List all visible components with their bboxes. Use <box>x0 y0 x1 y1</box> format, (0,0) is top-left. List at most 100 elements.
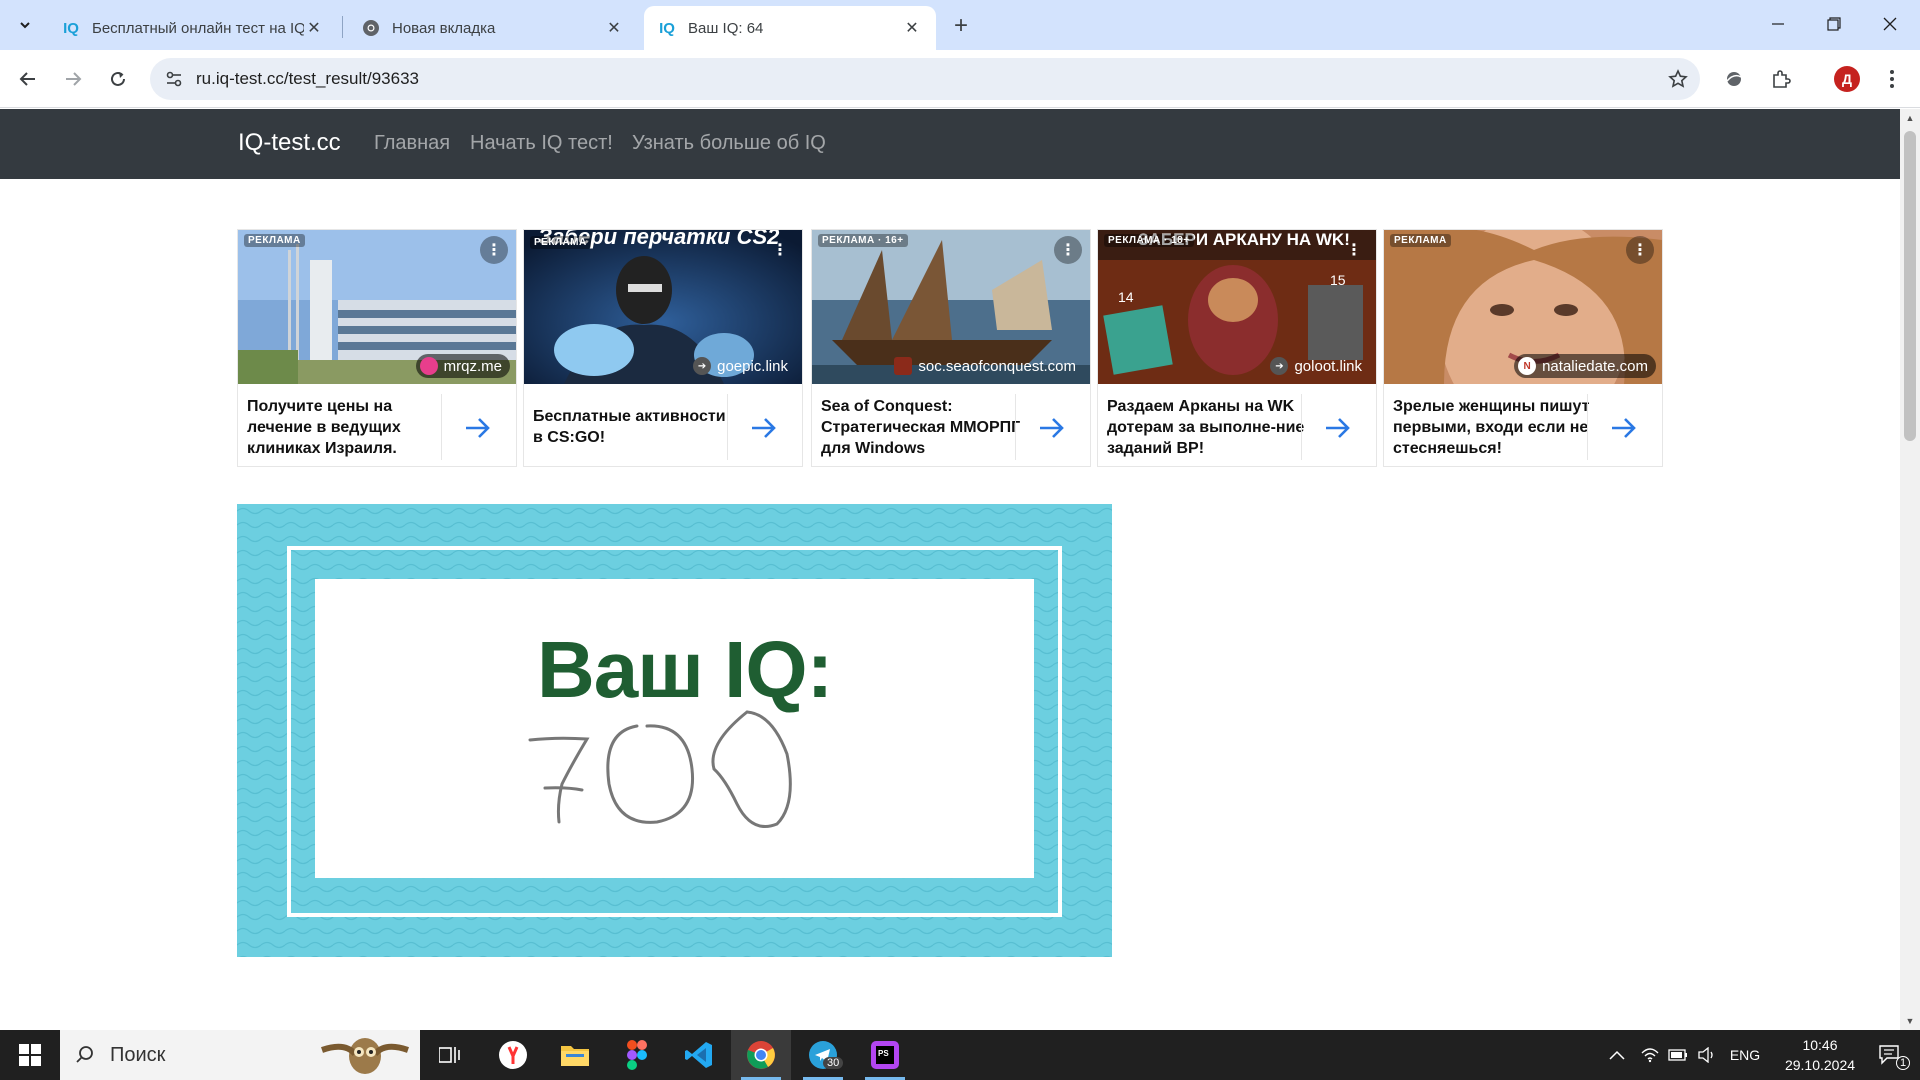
task-view-button[interactable] <box>420 1030 480 1080</box>
taskbar-app-yandex[interactable] <box>483 1030 543 1080</box>
tab-search-button[interactable] <box>10 10 40 40</box>
ad-go-button[interactable] <box>739 408 789 448</box>
ad-block: РЕКЛАМА ⋮ mrqz.me Получите цены на лечен… <box>237 229 1663 467</box>
close-icon[interactable]: ✕ <box>902 18 922 38</box>
close-icon[interactable]: ✕ <box>604 18 624 38</box>
forward-button[interactable] <box>55 61 91 97</box>
vscode-icon <box>685 1042 712 1068</box>
ad-image-dating[interactable]: РЕКЛАМА ⋮ Nnataliedate.com <box>1384 230 1662 384</box>
task-view-icon <box>439 1047 460 1063</box>
taskbar-app-phpstorm[interactable]: PS <box>855 1030 915 1080</box>
minimize-icon <box>1772 23 1784 25</box>
tab-new-tab[interactable]: Новая вкладка ✕ <box>348 6 638 50</box>
notification-center-button[interactable]: 1 <box>1868 1030 1912 1080</box>
vpn-extension-icon[interactable] <box>1718 63 1750 95</box>
ad-image-dota-arcana[interactable]: 14 15 ЗАБЕРИ АРКАНУ НА WK! РЕКЛАМА · 18+… <box>1098 230 1376 384</box>
extensions-puzzle-icon[interactable] <box>1765 63 1797 95</box>
battery-icon[interactable] <box>1663 1030 1693 1080</box>
scroll-down-icon[interactable]: ▼ <box>1900 1012 1920 1030</box>
chevron-down-icon <box>20 22 30 29</box>
plus-icon: + <box>953 12 968 39</box>
ad-card[interactable]: РЕКЛАМА · 16+ ⋮ soc.seaofconquest.com Se… <box>811 229 1091 467</box>
ad-image-cs2[interactable]: Забери перчатки CS2 РЕКЛАМА ⋮ ➔ goepic.li… <box>524 230 802 384</box>
ad-go-button[interactable] <box>1027 408 1077 448</box>
yandex-browser-icon <box>499 1041 527 1069</box>
more-options-icon[interactable]: ⋮ <box>1626 236 1654 264</box>
start-button[interactable] <box>0 1030 60 1080</box>
ad-go-button[interactable] <box>453 408 503 448</box>
system-clock[interactable]: 10:46 29.10.2024 <box>1770 1035 1870 1075</box>
windows-logo-icon <box>19 1044 41 1066</box>
arrow-right-icon <box>466 418 490 438</box>
language-indicator[interactable]: ENG <box>1725 1030 1765 1080</box>
ad-label: РЕКЛАМА · 16+ <box>818 234 908 247</box>
site-brand[interactable]: IQ-test.cc <box>238 129 341 157</box>
ad-domain[interactable]: soc.seaofconquest.com <box>890 354 1084 378</box>
ad-domain[interactable]: ➔ goloot.link <box>1266 354 1370 378</box>
nav-link-about-iq[interactable]: Узнать больше об IQ <box>632 132 826 155</box>
ad-domain[interactable]: ➔ goepic.link <box>689 354 796 378</box>
ad-card[interactable]: Забери перчатки CS2 РЕКЛАМА ⋮ ➔ goepic.li… <box>523 229 803 467</box>
nav-link-home[interactable]: Главная <box>374 132 450 155</box>
restore-button[interactable] <box>1806 0 1862 48</box>
ad-image-sea-of-conquest[interactable]: РЕКЛАМА · 16+ ⋮ soc.seaofconquest.com <box>812 230 1090 384</box>
back-button[interactable] <box>10 61 46 97</box>
profile-avatar[interactable]: Д <box>1834 66 1860 92</box>
arrow-right-icon <box>1040 418 1064 438</box>
more-menu-icon[interactable] <box>1876 63 1908 95</box>
taskbar-app-figma[interactable] <box>607 1030 667 1080</box>
more-options-icon[interactable]: ⋮ <box>1054 236 1082 264</box>
ad-headline[interactable]: Получите цены на лечение в ведущих клини… <box>247 394 447 460</box>
svg-text:14: 14 <box>1118 289 1134 305</box>
ad-go-button[interactable] <box>1313 408 1363 448</box>
arrow-right-icon <box>752 418 776 438</box>
taskbar-app-vscode[interactable] <box>669 1030 729 1080</box>
address-bar[interactable]: ru.iq-test.cc/test_result/93633 <box>150 58 1700 100</box>
ad-image-clinic[interactable]: РЕКЛАМА ⋮ mrqz.me <box>238 230 516 384</box>
more-options-icon[interactable]: ⋮ <box>1340 236 1368 264</box>
ad-domain[interactable]: mrqz.me <box>415 354 510 378</box>
ad-headline[interactable]: Sea of Conquest: Стратегическая ММОРПГ д… <box>821 394 1021 460</box>
ad-headline[interactable]: Зрелые женщины пишут первыми, входи если… <box>1393 394 1593 460</box>
url-text[interactable]: ru.iq-test.cc/test_result/93633 <box>196 69 1656 89</box>
bookmark-star-icon[interactable] <box>1656 58 1700 100</box>
ad-go-button[interactable] <box>1599 408 1649 448</box>
scroll-up-icon[interactable]: ▲ <box>1900 109 1920 127</box>
browser-toolbar: ru.iq-test.cc/test_result/93633 <box>0 50 1920 108</box>
reload-button[interactable] <box>100 61 136 97</box>
minimize-button[interactable] <box>1750 0 1806 48</box>
ad-card[interactable]: РЕКЛАМА ⋮ Nnataliedate.com Зрелые женщин… <box>1383 229 1663 467</box>
volume-icon[interactable] <box>1692 1030 1722 1080</box>
page-scrollbar[interactable]: ▲ ▼ <box>1900 109 1920 1030</box>
nav-link-start-test[interactable]: Начать IQ тест! <box>470 132 613 155</box>
scrollbar-thumb[interactable] <box>1904 131 1916 441</box>
taskbar-search[interactable]: Поиск <box>60 1030 420 1080</box>
tab-title: Новая вкладка <box>392 19 496 37</box>
ad-headline[interactable]: Раздаем Арканы на WK дотерам за выполне-… <box>1107 394 1307 460</box>
ad-headline[interactable]: Бесплатные активности в CS:GO! <box>533 394 733 460</box>
chrome-icon <box>747 1041 775 1069</box>
restore-icon <box>1827 17 1841 31</box>
close-icon[interactable]: ✕ <box>304 18 324 38</box>
taskbar-app-chrome[interactable] <box>731 1030 791 1080</box>
tray-overflow-button[interactable] <box>1602 1030 1632 1080</box>
search-icon <box>60 1045 110 1065</box>
tab-iq-result[interactable]: IQ Ваш IQ: 64 ✕ <box>644 6 936 50</box>
divider <box>1015 394 1016 460</box>
network-icon[interactable] <box>1635 1030 1665 1080</box>
ad-card[interactable]: 14 15 ЗАБЕРИ АРКАНУ НА WK! РЕКЛАМА · 18+… <box>1097 229 1377 467</box>
ad-domain[interactable]: Nnataliedate.com <box>1514 354 1656 378</box>
reload-icon <box>111 71 125 86</box>
more-options-icon[interactable]: ⋮ <box>766 236 794 264</box>
taskbar-app-explorer[interactable] <box>545 1030 605 1080</box>
tab-iq-test-home[interactable]: IQ Бесплатный онлайн тест на IQ ✕ <box>48 6 338 50</box>
ad-card[interactable]: РЕКЛАМА ⋮ mrqz.me Получите цены на лечен… <box>237 229 517 467</box>
site-info-icon[interactable] <box>152 58 196 100</box>
page-viewport: IQ-test.cc Главная Начать IQ тест! Узнат… <box>0 109 1900 1030</box>
taskbar-app-telegram[interactable]: 30 <box>793 1030 853 1080</box>
link-arrow-icon: ➔ <box>1270 357 1289 375</box>
close-window-button[interactable] <box>1862 0 1918 48</box>
iq-favicon-icon: IQ <box>659 19 675 37</box>
more-options-icon[interactable]: ⋮ <box>480 236 508 264</box>
new-tab-button[interactable]: + <box>945 10 977 42</box>
